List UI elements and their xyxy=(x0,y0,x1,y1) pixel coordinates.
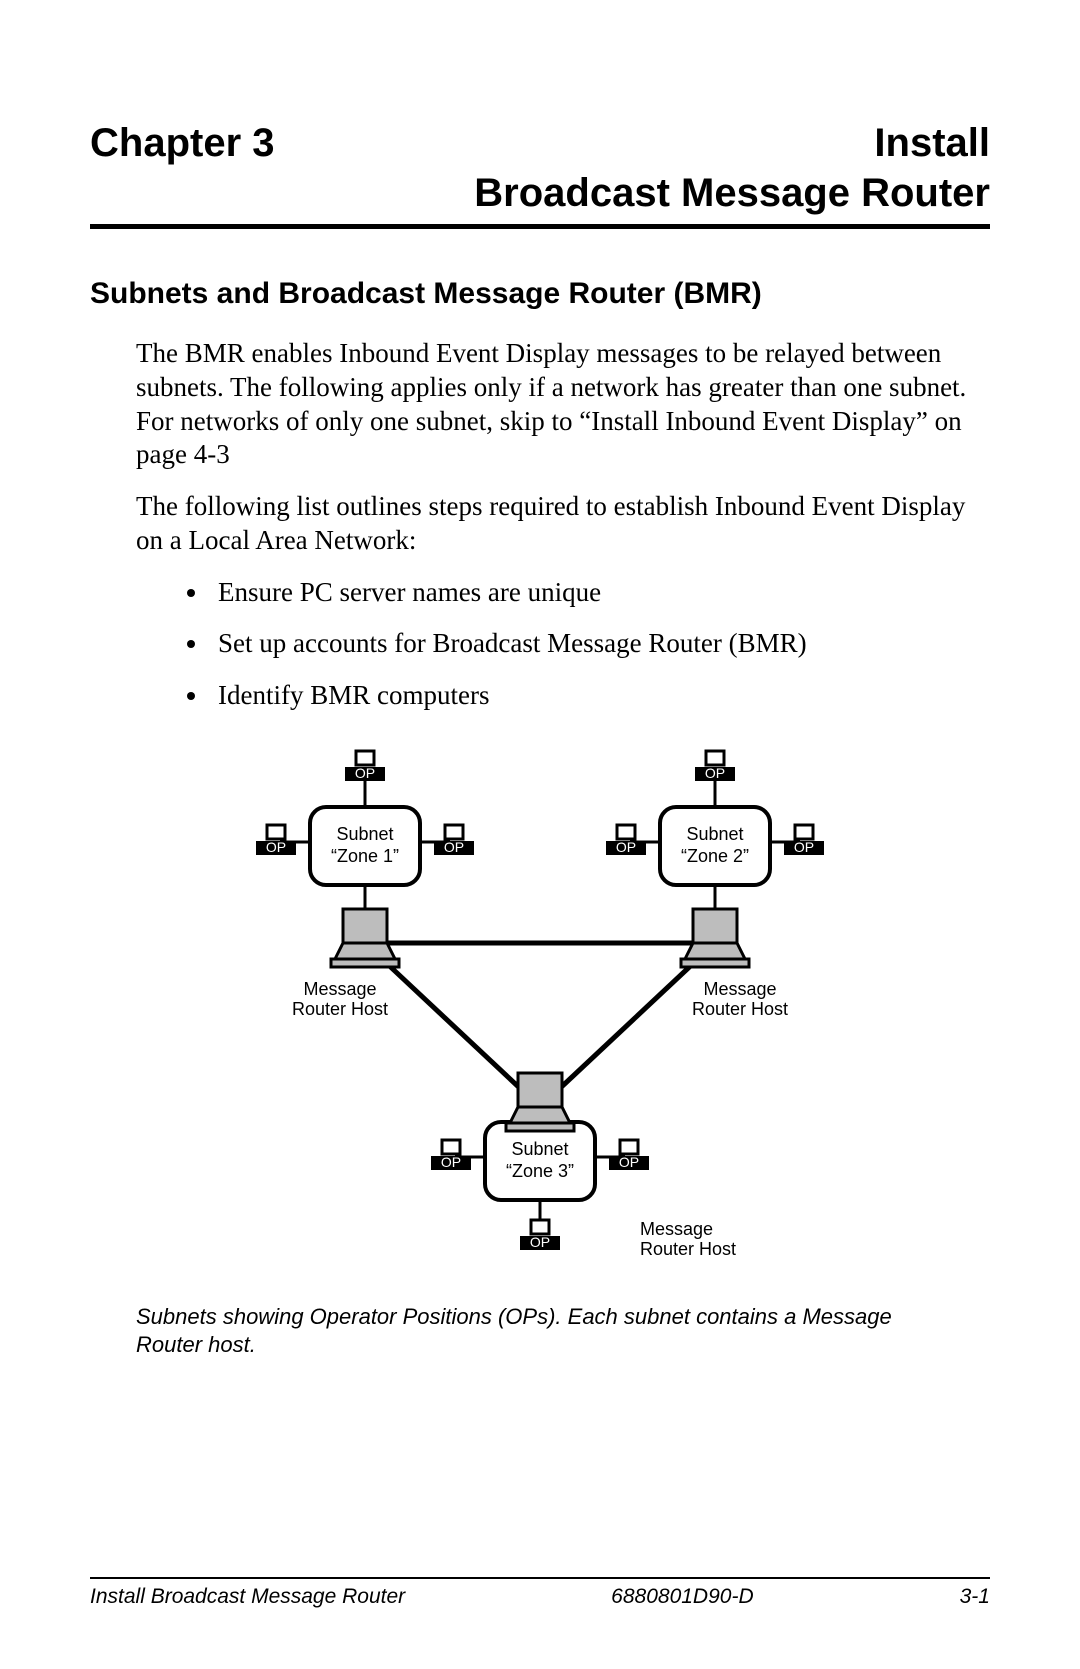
host-label-line1: Message xyxy=(303,979,376,999)
host-label-line1: Message xyxy=(640,1219,713,1239)
host-label-line1: Message xyxy=(703,979,776,999)
footer-right: 3-1 xyxy=(960,1585,990,1609)
bullet-item: Ensure PC server names are unique xyxy=(210,576,990,610)
host-pc-icon xyxy=(681,909,749,967)
zone-3-group: Subnet “Zone 3” OP OP OP Message Router … xyxy=(431,1073,736,1257)
header-rule xyxy=(90,224,990,229)
op-label: OP xyxy=(705,765,725,781)
host-label-line2: Router Host xyxy=(692,999,788,1019)
host-pc-icon xyxy=(331,909,399,967)
chapter-header: Chapter 3 Install xyxy=(90,120,990,166)
chapter-title-word1: Install xyxy=(874,120,990,166)
zone-2-group: Subnet “Zone 2” OP OP OP Message Router … xyxy=(606,751,824,1019)
zone1-label-line2: “Zone 1” xyxy=(331,846,399,866)
op-label: OP xyxy=(355,765,375,781)
host-label-line2: Router Host xyxy=(292,999,388,1019)
host-label-line2: Router Host xyxy=(640,1239,736,1257)
zone2-label-line2: “Zone 2” xyxy=(681,846,749,866)
chapter-number: Chapter 3 xyxy=(90,120,275,166)
op-label: OP xyxy=(619,1154,639,1170)
footer-center: 6880801D90-D xyxy=(611,1585,753,1609)
figure-caption: Subnets showing Operator Positions (OPs)… xyxy=(136,1303,930,1360)
footer-rule xyxy=(90,1577,990,1579)
bullet-item: Set up accounts for Broadcast Message Ro… xyxy=(210,627,990,661)
op-label: OP xyxy=(266,839,286,855)
op-label: OP xyxy=(794,839,814,855)
diagram-svg: Subnet “Zone 1” OP OP OP Message Router … xyxy=(210,737,870,1257)
bullet-item: Identify BMR computers xyxy=(210,679,990,713)
op-label: OP xyxy=(444,839,464,855)
zone2-label-line1: Subnet xyxy=(686,824,743,844)
section-heading: Subnets and Broadcast Message Router (BM… xyxy=(90,277,990,311)
op-label: OP xyxy=(530,1234,550,1250)
page-footer: Install Broadcast Message Router 6880801… xyxy=(90,1577,990,1609)
chapter-title-line2: Broadcast Message Router xyxy=(90,170,990,216)
zone-1-group: Subnet “Zone 1” OP OP OP Message Router … xyxy=(256,751,474,1019)
zone3-label-line1: Subnet xyxy=(511,1139,568,1159)
bullet-list: Ensure PC server names are unique Set up… xyxy=(210,576,990,713)
zone3-label-line2: “Zone 3” xyxy=(506,1161,574,1181)
footer-left: Install Broadcast Message Router xyxy=(90,1585,405,1609)
para-1: The BMR enables Inbound Event Display me… xyxy=(136,337,990,472)
network-diagram: Subnet “Zone 1” OP OP OP Message Router … xyxy=(90,737,990,1257)
zone1-label-line1: Subnet xyxy=(336,824,393,844)
op-label: OP xyxy=(616,839,636,855)
op-label: OP xyxy=(441,1154,461,1170)
para-2: The following list outlines steps requir… xyxy=(136,490,990,558)
